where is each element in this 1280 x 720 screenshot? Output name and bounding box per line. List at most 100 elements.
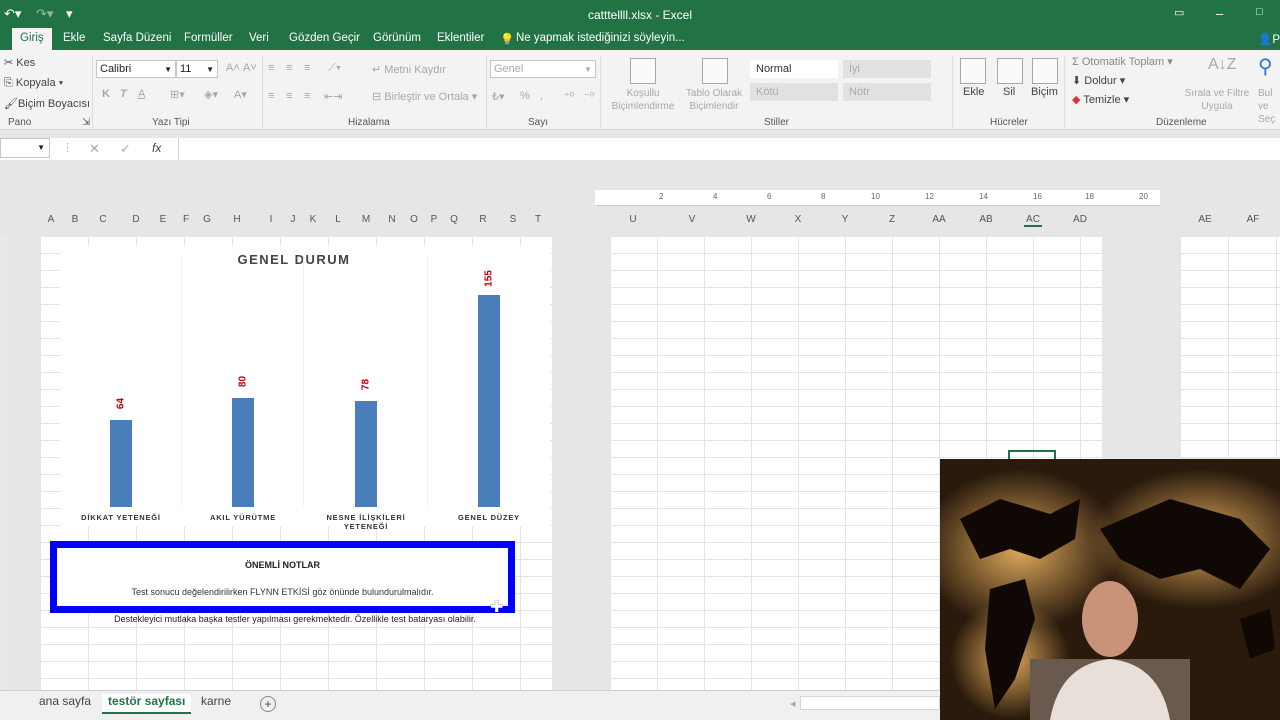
magnifier-icon[interactable]: ⚲ <box>1258 54 1273 79</box>
style-good[interactable]: İyi <box>843 60 931 78</box>
column-header[interactable]: E <box>158 214 168 225</box>
merge-center-button[interactable]: ⊟ Birleştir ve Ortala ▾ <box>372 90 477 103</box>
column-header[interactable]: S <box>508 214 518 225</box>
sort-filter-button[interactable]: Sırala ve Filtre Uygula <box>1184 87 1250 113</box>
tab-sayfa-duzeni[interactable]: Sayfa Düzeni <box>103 32 171 44</box>
underline-button[interactable]: A <box>138 88 145 100</box>
column-header[interactable]: R <box>478 214 488 225</box>
delete-cells-button[interactable]: Sil <box>1003 86 1015 98</box>
account-icon[interactable]: 👤P <box>1258 32 1280 46</box>
tab-eklentiler[interactable]: Eklentiler <box>437 32 484 44</box>
column-header[interactable]: B <box>70 214 80 225</box>
style-normal[interactable]: Normal <box>750 60 838 78</box>
find-select-button[interactable]: Bul ve Seç <box>1258 87 1280 126</box>
delete-cells-icon[interactable] <box>997 58 1023 84</box>
column-header[interactable]: O <box>409 214 419 225</box>
insert-cells-button[interactable]: Ekle <box>963 86 984 98</box>
column-header[interactable]: I <box>266 214 276 225</box>
tab-ekle[interactable]: Ekle <box>63 32 85 44</box>
format-as-table-icon[interactable] <box>702 58 728 84</box>
align-right-icon[interactable]: ≡ <box>304 90 310 102</box>
tab-gozden-gecir[interactable]: Gözden Geçir <box>289 32 360 44</box>
clear-button[interactable]: ◆ Temizle ▾ <box>1072 93 1129 106</box>
copy-button[interactable]: ⎘ Kopyala ▾ <box>4 77 63 90</box>
cancel-entry-icon[interactable]: ✕ <box>89 141 100 157</box>
tab-giris[interactable]: Giriş <box>12 28 52 50</box>
horizontal-scrollbar[interactable] <box>800 696 940 710</box>
style-neutral[interactable]: Nötr <box>843 83 931 101</box>
column-header[interactable]: U <box>626 214 640 225</box>
column-header[interactable]: J <box>288 214 298 225</box>
page-far[interactable] <box>1180 236 1280 458</box>
add-sheet-button[interactable]: + <box>260 696 276 712</box>
tab-formuller[interactable]: Formüller <box>184 32 233 44</box>
indent-icon[interactable]: ⇤⇥ <box>324 90 342 103</box>
format-as-table-button[interactable]: Tablo Olarak Biçimlendir <box>680 87 748 113</box>
column-header[interactable]: H <box>232 214 242 225</box>
insert-function-icon[interactable]: fx <box>152 141 161 155</box>
percent-button[interactable]: % <box>520 90 530 102</box>
fill-color-icon[interactable]: ◈▾ <box>204 88 218 101</box>
autosum-button[interactable]: Σ Otomatik Toplam ▾ <box>1072 55 1173 68</box>
italic-button[interactable]: T <box>120 88 127 100</box>
column-header[interactable]: L <box>333 214 343 225</box>
column-header[interactable]: AC <box>1024 214 1042 227</box>
fill-button[interactable]: ⬇ Doldur ▾ <box>1072 74 1125 87</box>
sort-filter-icon[interactable]: A↓Z <box>1208 56 1236 74</box>
currency-icon[interactable]: ₺▾ <box>492 90 505 103</box>
column-header[interactable]: AE <box>1196 214 1214 225</box>
align-bottom-icon[interactable]: ≡ <box>304 62 310 74</box>
conditional-formatting-button[interactable]: Koşullu Biçimlendirme <box>604 87 682 113</box>
decrease-decimal-icon[interactable]: ⁻⁰ <box>584 90 594 103</box>
cut-button[interactable]: ✂ Kes <box>4 56 35 69</box>
dialog-launcher-icon[interactable]: ⇲ <box>82 117 90 128</box>
style-bad[interactable]: Kötü <box>750 83 838 101</box>
column-header[interactable]: A <box>46 214 56 225</box>
shrink-font-icon[interactable]: A˅ <box>243 62 257 74</box>
column-header[interactable]: AA <box>930 214 948 225</box>
borders-icon[interactable]: ⊞▾ <box>170 88 185 101</box>
maximize-icon[interactable]: □ <box>1256 6 1263 18</box>
column-header[interactable]: G <box>202 214 212 225</box>
column-header[interactable]: K <box>308 214 318 225</box>
confirm-entry-icon[interactable]: ✓ <box>120 141 131 157</box>
column-header[interactable]: Y <box>838 214 852 225</box>
column-header[interactable]: Q <box>449 214 459 225</box>
column-header[interactable]: D <box>131 214 141 225</box>
tell-me-box[interactable]: Ne yapmak istediğinizi söyleyin... <box>516 32 685 44</box>
wrap-text-button[interactable]: ↵ Metni Kaydır <box>372 63 446 76</box>
ribbon-display-icon[interactable]: ▭ <box>1174 6 1184 19</box>
sheet-tab-karne[interactable]: karne <box>195 694 237 708</box>
grow-font-icon[interactable]: A˄ <box>226 62 240 74</box>
column-header[interactable]: M <box>361 214 371 225</box>
notes-box[interactable]: ÖNEMLİ NOTLAR Test sonucu değelendirilir… <box>50 541 515 613</box>
bar[interactable] <box>110 419 132 507</box>
insert-cells-icon[interactable] <box>960 58 986 84</box>
active-cell[interactable] <box>1008 450 1056 459</box>
scroll-left-icon[interactable]: ◂ <box>790 697 796 710</box>
bar[interactable] <box>232 397 254 507</box>
font-size-select[interactable]: 11 ▼ <box>176 60 218 78</box>
comma-style-icon[interactable]: , <box>540 90 543 102</box>
column-header[interactable]: F <box>181 214 191 225</box>
column-header[interactable]: AF <box>1244 214 1262 225</box>
align-middle-icon[interactable]: ≡ <box>286 62 292 74</box>
column-header[interactable]: N <box>387 214 397 225</box>
chart[interactable]: GENEL DURUM <box>60 246 550 526</box>
minimize-icon[interactable]: – <box>1216 6 1223 21</box>
bar[interactable] <box>478 295 500 507</box>
font-name-select[interactable]: Calibri ▼ <box>96 60 176 78</box>
column-header[interactable]: Z <box>885 214 899 225</box>
sheet-tab-ana-sayfa[interactable]: ana sayfa <box>33 694 97 708</box>
increase-decimal-icon[interactable]: ⁺⁰ <box>564 90 574 103</box>
bar[interactable] <box>355 400 377 507</box>
format-cells-icon[interactable] <box>1032 58 1058 84</box>
column-header[interactable]: AD <box>1071 214 1089 225</box>
column-header[interactable]: X <box>791 214 805 225</box>
orientation-icon[interactable]: ⟋▾ <box>328 62 341 75</box>
tab-veri[interactable]: Veri <box>249 32 269 44</box>
tab-gorunum[interactable]: Görünüm <box>373 32 421 44</box>
column-header[interactable]: P <box>429 214 439 225</box>
column-header[interactable]: W <box>744 214 758 225</box>
format-cells-button[interactable]: Biçim <box>1031 86 1058 98</box>
